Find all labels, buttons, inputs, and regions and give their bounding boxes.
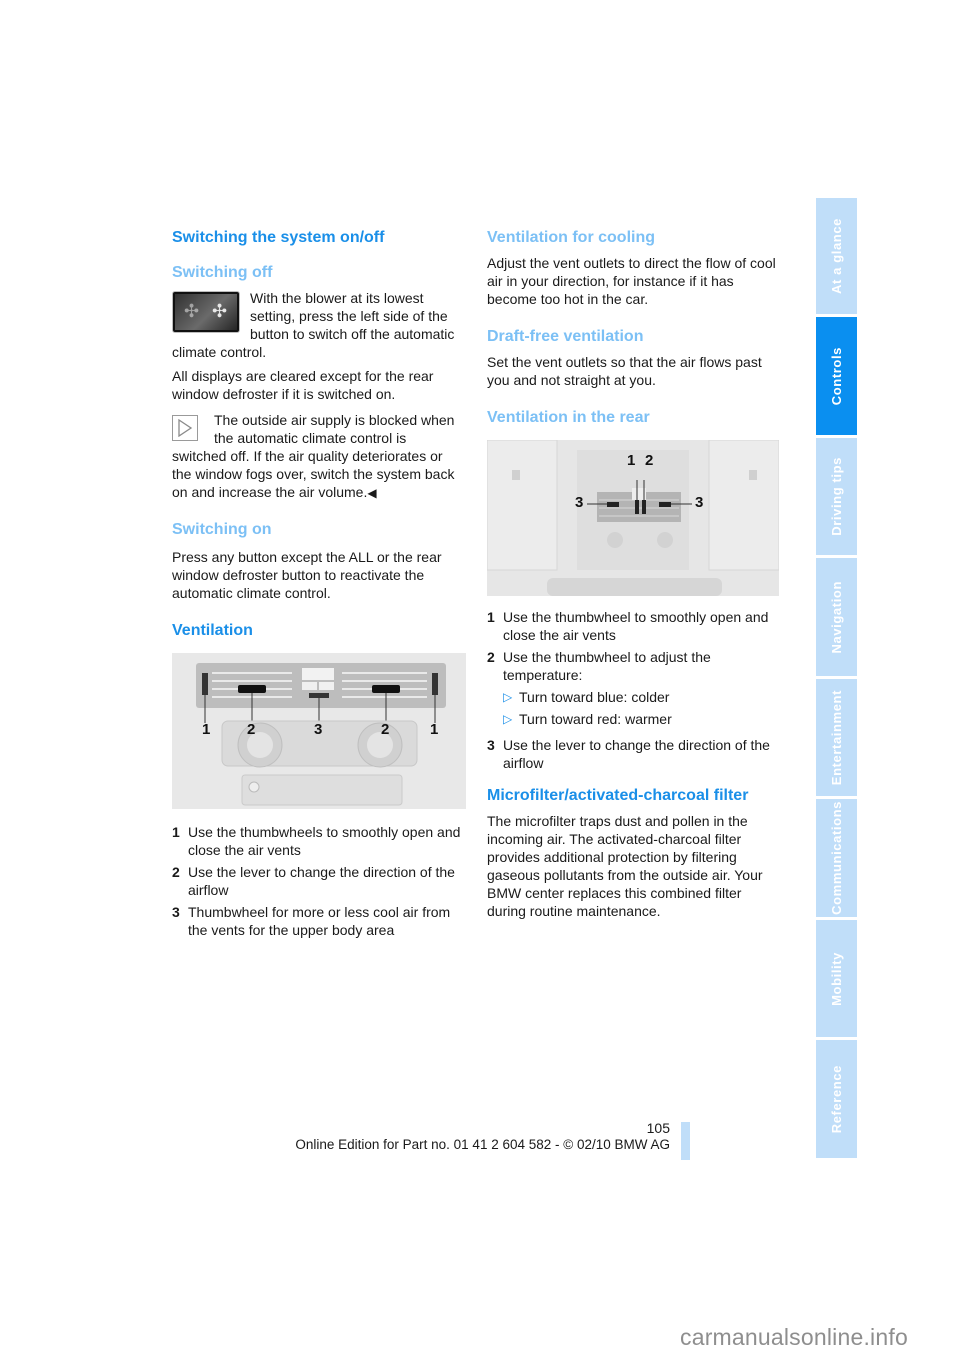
figure-label: 2 [645,452,654,469]
figure-label: 3 [314,721,323,738]
switching-on-paragraph: Press any button except the ALL or the r… [172,549,442,601]
right-column: Ventilation for cooling Adjust the vent … [487,228,779,920]
figure-label: 1 [430,721,439,738]
note-triangle-icon [172,415,198,441]
figure-label: 2 [381,721,390,738]
rear-vents-figure: 1 2 3 3 [487,440,779,596]
cooling-paragraph: Adjust the vent outlets to direct the fl… [487,255,776,307]
fan-icon: ✣ [212,301,228,321]
tab-communications[interactable]: Communications [816,799,857,917]
watermark: carmanualsonline.info [680,1324,908,1350]
bullet-triangle-icon: ▷ [503,690,513,704]
legend-item: 1 Use the thumbwheel to smoothly open an… [487,609,769,643]
legend-item: 3 Thumbwheel for more or less cool air f… [172,904,451,938]
filter-paragraph: The microfilter traps dust and pollen in… [487,813,763,919]
rear-ventilation-legend: 1 Use the thumbwheel to smoothly open an… [487,608,779,772]
heading-rear-ventilation: Ventilation in the rear [487,409,650,426]
page-number: 105 [646,1120,670,1136]
draft-free-paragraph: Set the vent outlets so that the air flo… [487,354,762,388]
figure-label: 1 [202,721,211,738]
displays-cleared-paragraph: All displays are cleared except for the … [172,368,434,402]
tab-reference[interactable]: Reference [816,1040,857,1158]
bullet-item: ▷ Turn toward blue: colder [503,689,670,705]
legend-item: 2 Use the thumbwheel to adjust the tempe… [487,648,779,732]
tab-mobility[interactable]: Mobility [816,920,857,1037]
front-vents-figure: 1 2 3 2 1 [172,653,466,809]
legend-item: 3 Use the lever to change the direction … [487,737,770,771]
heading-switching-on: Switching on [172,521,272,538]
footer-accent-bar [681,1122,690,1160]
left-column: Switching the system on/off Switching of… [172,228,466,943]
heading-cooling: Ventilation for cooling [487,229,655,246]
end-mark-icon: ◀ [367,486,377,500]
bullet-item: ▷ Turn toward red: warmer [503,711,672,727]
note-paragraph: The outside air supply is blocked when t… [172,412,455,500]
figure-label: 1 [627,452,636,469]
legend-item: 2 Use the lever to change the direction … [172,864,455,898]
blower-button-image: ✣ ✣ [172,291,240,333]
heading-draft-free: Draft-free ventilation [487,328,644,345]
heading-ventilation: Ventilation [172,622,253,639]
heading-filter: Microfilter/activated-charcoal filter [487,787,749,804]
section-title: Switching the system on/off [172,229,385,246]
tab-entertainment[interactable]: Entertainment [816,679,857,796]
figure-label: 3 [575,494,584,511]
fan-icon: ✣ [184,301,200,321]
tab-at-a-glance[interactable]: At a glance [816,198,857,314]
ventilation-legend: 1 Use the thumbwheels to smoothly open a… [172,823,464,939]
heading-switching-off: Switching off [172,264,273,281]
figure-label: 2 [247,721,256,738]
figure-label: 3 [695,494,704,511]
note-box [172,413,206,441]
tab-navigation[interactable]: Navigation [816,558,857,676]
footer-edition: Online Edition for Part no. 01 41 2 604 … [295,1137,670,1152]
bullet-triangle-icon: ▷ [503,712,513,726]
switching-off-paragraph: ✣ ✣ With the blower at its lowest settin… [172,290,455,360]
tab-driving-tips[interactable]: Driving tips [816,438,857,555]
tab-controls[interactable]: Controls [816,317,857,435]
legend-item: 1 Use the thumbwheels to smoothly open a… [172,824,461,858]
